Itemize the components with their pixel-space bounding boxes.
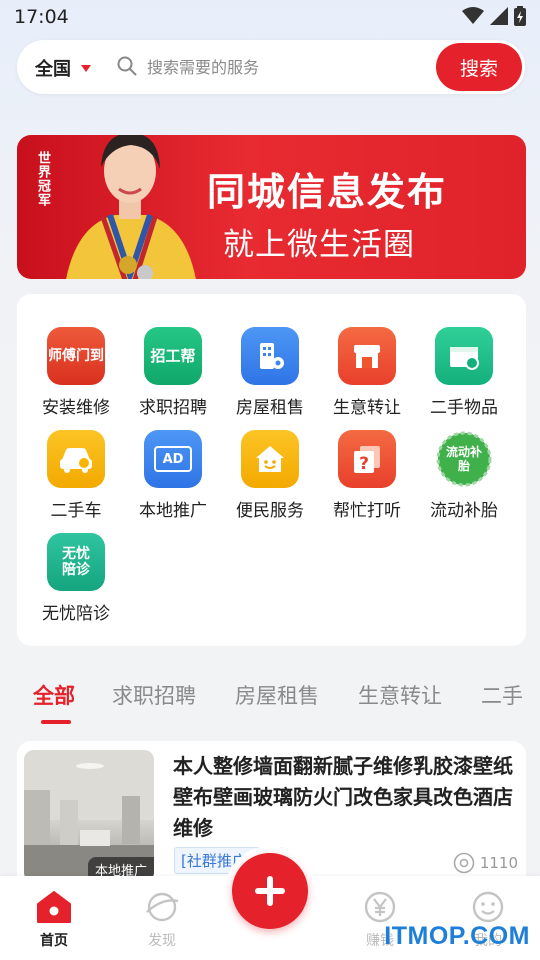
service-label: 帮忙打听 [333, 501, 401, 521]
service-convenience[interactable]: 便民服务 [220, 430, 320, 530]
search-icon [117, 56, 137, 76]
services-grid: 师傅门到 安装维修 招工帮 求职招聘 房屋租售 生意转让 二手物品 二手车 AD… [17, 294, 526, 646]
box-icon [435, 327, 493, 385]
eye-icon [453, 852, 475, 874]
listing-thumbnail: 本地推广 [24, 750, 154, 882]
battery-icon [514, 6, 526, 26]
smile-icon [472, 891, 504, 923]
tire-icon: 流动补胎 [435, 430, 493, 488]
service-used-car[interactable]: 二手车 [26, 430, 126, 530]
service-label: 生意转让 [333, 398, 401, 418]
signal-icon [490, 7, 508, 25]
search-bar: 全国 搜索 [17, 40, 525, 94]
planet-icon [146, 892, 179, 922]
service-second-hand-goods[interactable]: 二手物品 [414, 327, 514, 427]
region-selector[interactable]: 全国 [35, 55, 91, 81]
service-recruit[interactable]: 招工帮 求职招聘 [123, 327, 223, 427]
watermark: ITMOP.COM [384, 922, 530, 950]
tab-indicator [41, 720, 71, 724]
search-button[interactable]: 搜索 [436, 43, 522, 91]
plus-icon [255, 876, 285, 906]
service-label: 房屋租售 [236, 398, 304, 418]
tab-business-transfer[interactable]: 生意转让 [358, 680, 442, 710]
tab-all[interactable]: 全部 [33, 680, 75, 710]
service-business-transfer[interactable]: 生意转让 [317, 327, 417, 427]
service-label: 无忧陪诊 [42, 604, 110, 624]
recruit-icon: 招工帮 [144, 327, 202, 385]
publish-button-wrap [225, 846, 315, 936]
nav-label: 首页 [40, 933, 68, 949]
ad-icon: AD [144, 430, 202, 488]
service-label: 求职招聘 [139, 398, 207, 418]
views-value: 1110 [479, 854, 518, 872]
service-install-repair[interactable]: 师傅门到 安装维修 [26, 327, 126, 427]
service-local-promotion[interactable]: AD 本地推广 [123, 430, 223, 530]
search-input[interactable] [147, 50, 427, 84]
question-icon: ? [338, 430, 396, 488]
service-label: 本地推广 [139, 501, 207, 521]
building-icon [241, 327, 299, 385]
listing-title: 本人整修墙面翻新腻子维修乳胶漆壁纸壁布壁画玻璃防火门改色家具改色酒店维修 [173, 754, 513, 840]
home-icon [37, 891, 71, 923]
promo-banner[interactable]: 世界冠军 同城信息发布 就上微生活圈 [17, 135, 526, 279]
nav-label: 发现 [148, 933, 176, 949]
service-escort[interactable]: 无忧陪诊 无忧陪诊 [26, 533, 126, 633]
tab-recruit[interactable]: 求职招聘 [112, 680, 196, 710]
yen-icon [364, 891, 396, 923]
banner-badge: 世界冠军 [35, 151, 50, 207]
banner-title: 同城信息发布 [207, 170, 448, 214]
escort-icon: 无忧陪诊 [47, 533, 105, 591]
status-bar: 17:04 [0, 0, 540, 36]
tab-second-hand[interactable]: 二手 [481, 680, 523, 710]
nav-home[interactable]: 首页 [14, 890, 94, 950]
banner-subtitle: 就上微生活圈 [223, 227, 415, 263]
service-label: 二手车 [50, 501, 102, 521]
service-mobile-tire[interactable]: 流动补胎 流动补胎 [414, 430, 514, 530]
service-label: 安装维修 [42, 398, 110, 418]
car-icon [47, 430, 105, 488]
service-label: 流动补胎 [430, 501, 498, 521]
region-label: 全国 [35, 59, 71, 80]
nav-discover[interactable]: 发现 [122, 890, 202, 950]
category-tabs: 全部 求职招聘 房屋租售 生意转让 二手 [0, 676, 540, 726]
caret-down-icon [81, 64, 91, 72]
svg-text:?: ? [359, 454, 369, 474]
status-icons [462, 6, 526, 26]
service-label: 便民服务 [236, 501, 304, 521]
master-repair-icon: 师傅门到 [47, 327, 105, 385]
service-ask-around[interactable]: ? 帮忙打听 [317, 430, 417, 530]
home-smile-icon [241, 430, 299, 488]
wifi-icon [462, 7, 484, 24]
publish-button[interactable] [232, 853, 308, 929]
view-count: 1110 [453, 852, 518, 874]
status-time: 17:04 [14, 6, 69, 28]
service-housing[interactable]: 房屋租售 [220, 327, 320, 427]
spokesperson-image [66, 135, 196, 279]
shop-icon [338, 327, 396, 385]
service-label: 二手物品 [430, 398, 498, 418]
tab-housing[interactable]: 房屋租售 [235, 680, 319, 710]
